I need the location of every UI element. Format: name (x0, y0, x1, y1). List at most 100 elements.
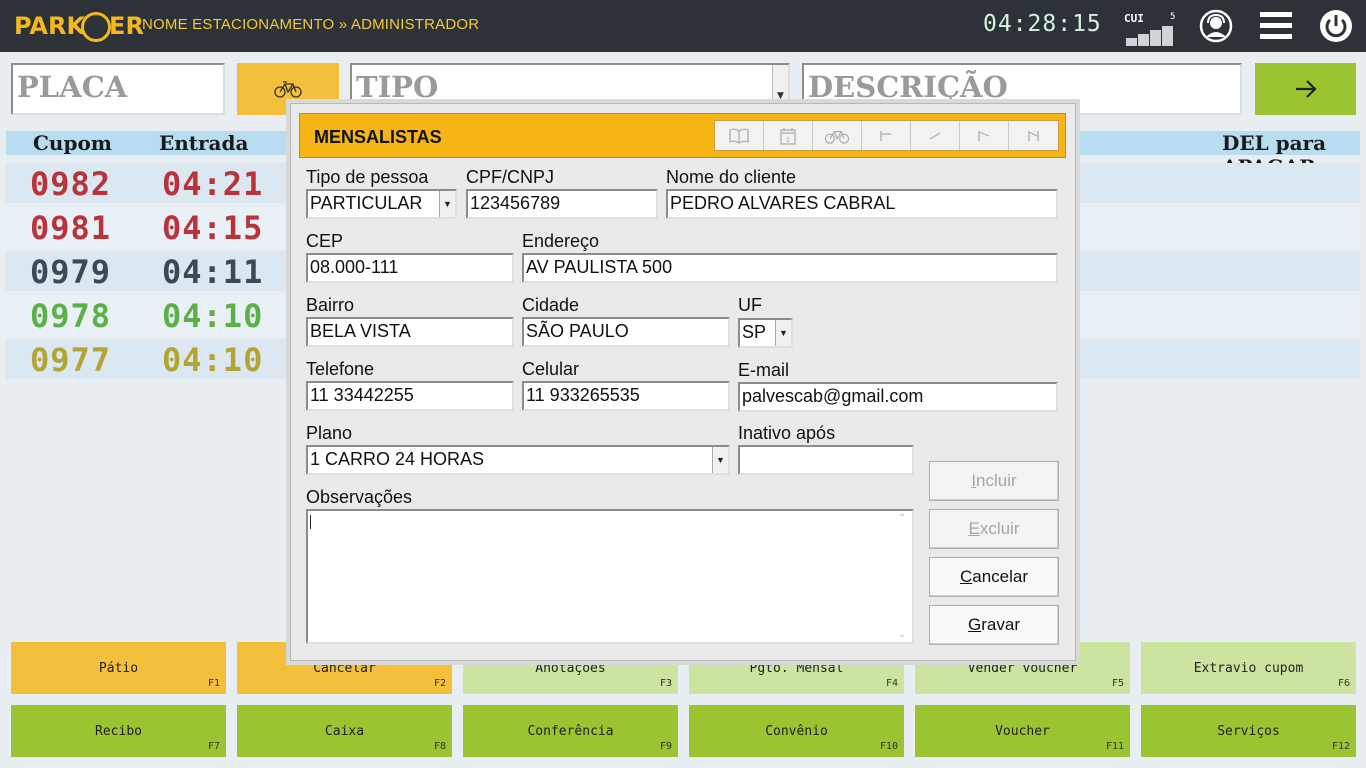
signal-label: CUI (1124, 12, 1144, 25)
function-key-label: Extravio cupom (1193, 660, 1304, 676)
excluir-button[interactable]: Excluir (929, 509, 1059, 549)
function-key-button[interactable]: Extravio cupom F6 (1141, 642, 1356, 694)
first-record-icon[interactable] (862, 121, 911, 150)
user-support-icon[interactable] (1198, 8, 1234, 44)
textarea-scrollbar[interactable]: ⌃ ⌄ (896, 511, 910, 642)
nome-field[interactable]: PEDRO ALVARES CABRAL (666, 189, 1058, 219)
tipo-pessoa-select[interactable]: PARTICULAR ▼ (306, 189, 457, 219)
endereco-label: Endereço (522, 231, 600, 251)
function-key-shortcut: F9 (659, 741, 672, 752)
text-cursor (310, 515, 311, 529)
cancelar-button[interactable]: Cancelar (929, 557, 1059, 597)
celular-label: Celular (522, 359, 580, 379)
function-key-label: Anotações (535, 660, 606, 676)
dialog-header: MENSALISTAS 1 (299, 113, 1066, 158)
scroll-up-icon[interactable]: ⌃ (898, 513, 906, 524)
tipo-pessoa-value: PARTICULAR (310, 193, 423, 213)
top-bar: PARK ER NOME ESTACIONAMENTO » ADMINISTRA… (0, 0, 1366, 52)
uf-value: SP (742, 322, 767, 342)
svg-text:1: 1 (786, 136, 790, 144)
function-key-button[interactable]: Recibo F7 (11, 705, 226, 757)
entrada-value: 04:11 (162, 253, 264, 291)
chevron-down-icon[interactable]: ▼ (712, 447, 728, 473)
function-key-label: Voucher (995, 723, 1050, 739)
cep-label: CEP (306, 231, 344, 251)
telefone-label: Telefone (306, 359, 375, 379)
function-key-button[interactable]: Voucher F11 (915, 705, 1130, 757)
function-key-label: Pátio (98, 660, 139, 676)
cidade-field[interactable]: SÃO PAULO (522, 317, 730, 347)
breadcrumb: NOME ESTACIONAMENTO » ADMINISTRADOR (142, 16, 480, 33)
function-key-label: Conferência (527, 723, 614, 739)
signal-count: 5 (1170, 12, 1176, 22)
gravar-button[interactable]: Gravar (929, 605, 1059, 645)
signal-bar (1150, 30, 1161, 46)
calendar-icon[interactable]: 1 (764, 121, 813, 150)
function-key-button[interactable]: Pátio F1 (11, 642, 226, 694)
inativo-field[interactable] (738, 445, 914, 475)
book-icon[interactable] (715, 121, 764, 150)
function-key-shortcut: F5 (1111, 678, 1124, 689)
cpf-field[interactable]: 123456789 (466, 189, 658, 219)
submit-entry-button[interactable] (1255, 63, 1356, 115)
entrada-value: 04:10 (162, 297, 264, 335)
function-key-shortcut: F10 (879, 741, 898, 752)
app-logo: PARK ER (14, 12, 144, 42)
cep-field[interactable]: 08.000-111 (306, 253, 514, 283)
bicycle-icon[interactable] (813, 121, 862, 150)
bairro-label: Bairro (306, 295, 355, 315)
scroll-down-icon[interactable]: ⌄ (898, 629, 906, 640)
function-key-label: Recibo (95, 723, 142, 739)
telefone-field[interactable]: 11 33442255 (306, 381, 514, 411)
function-key-button[interactable]: Caixa F8 (237, 705, 452, 757)
uf-select[interactable]: SP ▼ (738, 318, 793, 348)
entrada-value: 04:10 (162, 341, 264, 379)
function-key-button[interactable]: Serviços F12 (1141, 705, 1356, 757)
uf-label: UF (738, 295, 762, 315)
column-header-entrada: Entrada (159, 131, 249, 155)
chevron-down-icon[interactable]: ▼ (439, 191, 455, 217)
function-key-button[interactable]: Convênio F10 (689, 705, 904, 757)
next-record-icon[interactable] (960, 121, 1009, 150)
observacoes-label: Observações (306, 487, 413, 507)
dialog-toolbar: 1 (714, 120, 1059, 151)
celular-field[interactable]: 11 933265535 (522, 381, 730, 411)
power-icon[interactable] (1318, 8, 1354, 44)
last-record-icon[interactable] (1009, 121, 1058, 150)
endereco-field[interactable]: AV PAULISTA 500 (522, 253, 1058, 283)
clock: 04:28:15 (983, 11, 1102, 37)
tipo-placeholder: TIPO (356, 70, 439, 104)
observacoes-textarea[interactable]: ⌃ ⌄ (306, 509, 914, 644)
cupom-value: 0981 (30, 209, 112, 247)
cidade-label: Cidade (522, 295, 580, 315)
inativo-label: Inativo após (738, 423, 836, 443)
cupom-value: 0982 (30, 165, 112, 203)
placa-input[interactable]: PLACA (11, 63, 225, 115)
function-key-label: Pgto. Mensal (749, 660, 844, 676)
plano-value: 1 CARRO 24 HORAS (310, 449, 485, 469)
bairro-field[interactable]: BELA VISTA (306, 317, 514, 347)
incluir-button[interactable]: Incluir (929, 461, 1059, 501)
function-key-button[interactable]: Conferência F9 (463, 705, 678, 757)
cpf-label: CPF/CNPJ (466, 167, 555, 187)
previous-record-icon[interactable] (911, 121, 960, 150)
plano-label: Plano (306, 423, 353, 443)
entrada-value: 04:15 (162, 209, 264, 247)
nome-label: Nome do cliente (666, 167, 797, 187)
plano-select[interactable]: 1 CARRO 24 HORAS ▼ (306, 445, 730, 475)
signal-bar (1162, 26, 1173, 46)
function-key-shortcut: F7 (207, 741, 220, 752)
menu-icon[interactable] (1258, 8, 1294, 44)
function-key-shortcut: F8 (433, 741, 446, 752)
function-key-label: Convênio (765, 723, 828, 739)
chevron-down-icon[interactable]: ▼ (775, 320, 791, 346)
signal-bar (1126, 38, 1137, 46)
function-key-shortcut: F6 (1337, 678, 1350, 689)
signal-bar (1138, 34, 1149, 46)
email-field[interactable]: palvescab@gmail.com (738, 382, 1058, 412)
function-key-label: Serviços (1217, 723, 1280, 739)
column-header-cupom: Cupom (33, 131, 112, 155)
cupom-value: 0979 (30, 253, 112, 291)
function-key-label: Cancelar (313, 660, 376, 676)
dialog-title: MENSALISTAS (314, 127, 442, 147)
